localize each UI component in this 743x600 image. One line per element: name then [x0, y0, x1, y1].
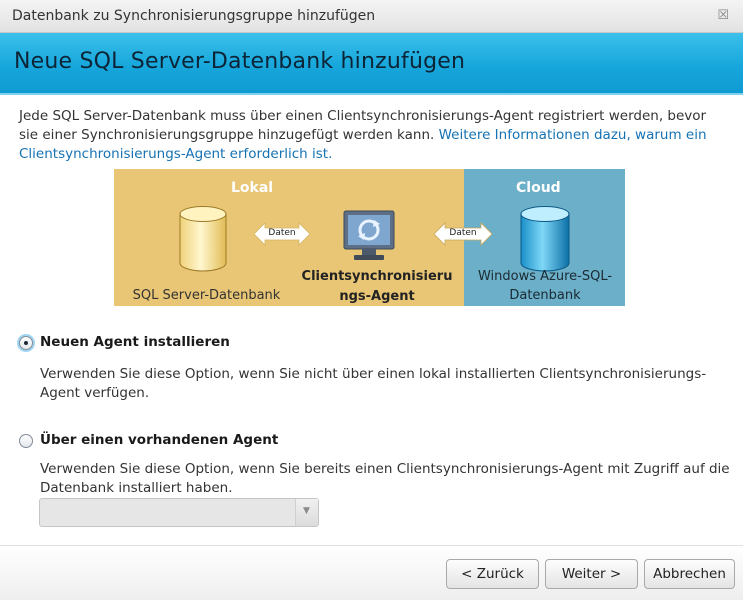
chevron-down-icon: ▼ [303, 506, 310, 516]
existing-agent-dropdown[interactable]: ▼ [39, 498, 319, 527]
sync-agent-icon [343, 210, 395, 260]
title-bar: Datenbank zu Synchronisierungsgruppe hin… [0, 0, 743, 33]
azure-label-line1: Windows Azure-SQL- [477, 269, 613, 284]
next-button[interactable]: Weiter > [545, 559, 638, 589]
new-agent-radio[interactable] [19, 336, 33, 350]
azure-database-icon [520, 206, 570, 272]
existing-agent-description: Verwenden Sie diese Option, wenn Sie ber… [40, 461, 730, 496]
data-arrow-left-label: Daten [268, 228, 296, 238]
window-title: Datenbank zu Synchronisierungsgruppe hin… [12, 8, 376, 24]
data-arrow-right-label: Daten [449, 228, 477, 238]
sql-server-label: SQL Server-Datenbank [132, 288, 281, 303]
agent-label-line2: ngs-Agent [339, 289, 415, 304]
intro-text: Jede SQL Server-Datenbank muss über eine… [19, 107, 724, 164]
banner-divider [0, 93, 743, 95]
existing-agent-radio[interactable] [19, 434, 33, 448]
cloud-label: Cloud [516, 180, 561, 196]
new-agent-description: Verwenden Sie diese Option, wenn Sie nic… [40, 366, 707, 401]
cancel-button[interactable]: Abbrechen [644, 559, 735, 589]
architecture-diagram: Lokal Cloud Daten Daten SQL Server-Daten… [114, 169, 625, 306]
lokal-label: Lokal [231, 180, 274, 196]
close-icon[interactable]: ☒ [717, 8, 729, 23]
back-button[interactable]: < Zurück [446, 559, 539, 589]
page-title: Neue SQL Server-Datenbank hinzufügen [14, 49, 466, 74]
header-banner: Neue SQL Server-Datenbank hinzufügen [0, 33, 743, 93]
existing-agent-label[interactable]: Über einen vorhandenen Agent [40, 432, 278, 448]
azure-label-line2: Datenbank [509, 288, 581, 303]
sql-database-icon [179, 206, 227, 272]
new-agent-label[interactable]: Neuen Agent installieren [40, 334, 230, 350]
dropdown-toggle[interactable]: ▼ [295, 499, 318, 526]
agent-label-line1: Clientsynchronisieru [301, 269, 453, 284]
